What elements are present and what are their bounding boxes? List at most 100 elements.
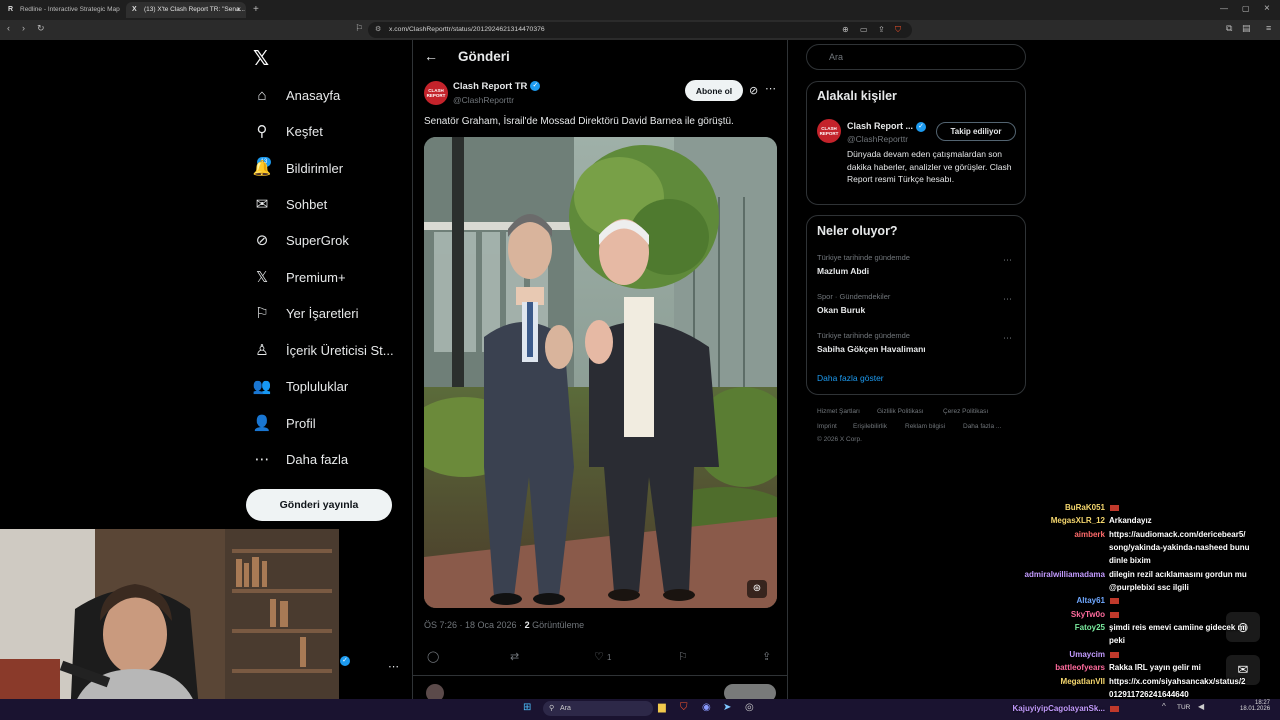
tweet-photo[interactable]: ⊛: [424, 137, 777, 608]
extensions-icon[interactable]: ⧉: [1226, 23, 1232, 34]
search-input[interactable]: Ara: [806, 44, 1026, 70]
reload-icon[interactable]: ↻: [37, 23, 45, 34]
share-icon[interactable]: ⇪: [762, 650, 771, 663]
sidebar-item-grok[interactable]: ⊘ SuperGrok: [252, 225, 349, 255]
trend-more-icon[interactable]: ⋯: [1003, 294, 1012, 305]
close-window-icon[interactable]: ×: [1264, 3, 1270, 14]
flag-emoji-icon: [1110, 706, 1119, 712]
footer-link[interactable]: Çerez Politikası: [943, 408, 988, 415]
trend-more-icon[interactable]: ⋯: [1003, 333, 1012, 344]
trend-name[interactable]: Sabiha Gökçen Havalimanı: [817, 344, 926, 354]
reply-icon[interactable]: ◯: [427, 650, 439, 663]
post-button[interactable]: Gönderi yayınla: [246, 489, 392, 521]
brave-shield-icon[interactable]: ⛉: [895, 25, 901, 35]
trend-name[interactable]: Okan Buruk: [817, 305, 865, 315]
show-more-link[interactable]: Daha fazla göster: [817, 373, 884, 383]
trend-name[interactable]: Mazlum Abdi: [817, 266, 869, 276]
sidebar-item-more[interactable]: ⋯ Daha fazla: [252, 444, 349, 474]
footer-link[interactable]: Hizmet Şartları: [817, 408, 860, 415]
discord-icon[interactable]: ◉: [702, 702, 711, 713]
telegram-icon[interactable]: ➤: [723, 702, 731, 713]
footer-link[interactable]: Reklam bilgisi: [905, 423, 945, 430]
grok-icon[interactable]: ⊘: [749, 84, 758, 97]
bookmark-page-icon[interactable]: ⚐: [355, 23, 363, 34]
footer-link[interactable]: Imprint: [817, 423, 837, 430]
back-icon[interactable]: ‹: [7, 23, 10, 33]
sidebar-item-creator-studio[interactable]: ♙ İçerik Üreticisi St...: [252, 335, 394, 365]
author-handle[interactable]: @ClashReporttr: [453, 95, 514, 105]
footer-link[interactable]: Erişilebilirlik: [853, 423, 887, 430]
footer-link[interactable]: Gizlilik Politikası: [877, 408, 924, 415]
address-bar[interactable]: ⚙ x.com/ClashReporttr/status/20129246213…: [368, 22, 912, 38]
chat-username: KajuyiyipCagolayanSk...: [1012, 704, 1105, 713]
sidebar-item-home[interactable]: ⌂ Anasayfa: [252, 80, 340, 110]
minimize-icon[interactable]: —: [1220, 4, 1228, 13]
back-arrow-icon[interactable]: ←: [424, 48, 438, 64]
tweet-time[interactable]: ÖS 7:26 · 18 Oca 2026 ·: [424, 620, 525, 630]
author-name[interactable]: Clash Report TR: [453, 81, 527, 92]
sidebar-item-mail[interactable]: ✉ Sohbet: [252, 189, 328, 219]
more-options-icon[interactable]: ⋯: [765, 82, 776, 95]
install-icon[interactable]: ▭: [860, 25, 868, 34]
sidebar-item-communities[interactable]: 👥 Topluluklar: [252, 371, 349, 401]
share-icon[interactable]: ⇪: [878, 25, 885, 34]
chat-message: @purplebixi ssc ilgili: [1109, 583, 1189, 592]
menu-icon[interactable]: ≡: [1266, 23, 1271, 33]
author-name-row[interactable]: Clash Report TR ✓: [453, 81, 541, 92]
bookmark-icon[interactable]: ⚐: [678, 650, 688, 663]
footer-link[interactable]: Daha fazla ...: [963, 423, 1001, 430]
trend-more-icon[interactable]: ⋯: [1003, 255, 1012, 266]
clock-date: 18.01.2026: [1240, 706, 1271, 712]
subscribe-button[interactable]: Abone ol: [685, 80, 743, 101]
retweet-icon[interactable]: ⇄: [510, 650, 519, 663]
tab-x-post[interactable]: X (13) X'te Clash Report TR: "Sena... ×: [126, 2, 246, 18]
related-name[interactable]: Clash Report ...: [847, 121, 913, 131]
sidebar-item-label: Daha fazla: [286, 451, 349, 467]
new-tab-icon[interactable]: +: [253, 4, 259, 15]
grok-image-icon[interactable]: ⊛: [747, 580, 767, 598]
forward-icon[interactable]: ›: [22, 23, 25, 33]
related-name-row[interactable]: Clash Report ... ✓: [847, 121, 927, 132]
volume-icon[interactable]: ◀: [1198, 702, 1204, 711]
taskbar-search[interactable]: ⚲ Ara: [543, 701, 653, 716]
following-button[interactable]: Takip ediliyor: [936, 122, 1016, 141]
sidebar-item-label: Sohbet: [286, 196, 328, 212]
sidebar-item-profile[interactable]: 👤 Profil: [252, 408, 316, 438]
sidebar-item-label: Bildirimler: [286, 160, 344, 176]
sidebar-toggle-icon[interactable]: ▤: [1242, 23, 1251, 34]
obs-icon[interactable]: ◎: [745, 702, 754, 713]
related-avatar[interactable]: CLASH REPORT: [817, 119, 841, 143]
sidebar-item-bell[interactable]: 🔔 Bildirimler: [252, 153, 343, 183]
sidebar-item-search[interactable]: ⚲ Keşfet: [252, 116, 323, 146]
creator-studio-icon: ♙: [255, 342, 269, 359]
chat-message: Arkandayız: [1109, 516, 1152, 525]
file-explorer-icon[interactable]: ▆: [658, 702, 666, 713]
tray-arrow-icon[interactable]: ^: [1162, 702, 1166, 711]
related-handle[interactable]: @ClashReporttr: [847, 134, 908, 144]
language-indicator[interactable]: TUR: [1177, 704, 1190, 711]
tab-redline[interactable]: R Redline - Interactive Strategic Map: [2, 2, 122, 18]
chat-username: MegatlanVII: [1060, 677, 1105, 686]
maximize-icon[interactable]: ▢: [1242, 4, 1250, 13]
account-more-icon[interactable]: ⋯: [388, 660, 399, 673]
taskbar-search-label: Ara: [560, 705, 571, 712]
close-tab-icon[interactable]: ×: [236, 5, 241, 14]
chat-username: aimberk: [1074, 530, 1105, 539]
clock[interactable]: 18:27 18.01.2026: [1240, 700, 1270, 712]
home-icon: ⌂: [257, 86, 267, 104]
flag-emoji-icon: [1110, 652, 1119, 658]
windows-start-icon[interactable]: ⊞: [523, 702, 531, 713]
site-info-icon[interactable]: ⚙: [375, 25, 381, 33]
trend-context: Türkiye tarihinde gündemde: [817, 253, 910, 262]
sidebar-item-x-premium[interactable]: 𝕏 Premium+: [252, 262, 346, 292]
zoom-icon[interactable]: ⊕: [842, 25, 849, 34]
x-logo-icon[interactable]: 𝕏: [253, 46, 269, 71]
sidebar-item-label: Premium+: [286, 269, 346, 285]
profile-icon: 👤: [252, 415, 272, 432]
chat-message: 012911726241644640: [1109, 690, 1189, 699]
author-avatar[interactable]: CLASH REPORT: [424, 81, 448, 105]
sidebar-item-bookmark[interactable]: ⚐ Yer İşaretleri: [252, 298, 358, 328]
brave-browser-icon[interactable]: ⛉: [680, 702, 688, 713]
sidebar-item-label: İçerik Üreticisi St...: [286, 342, 394, 358]
like-button[interactable]: ♡ 1: [594, 650, 611, 663]
